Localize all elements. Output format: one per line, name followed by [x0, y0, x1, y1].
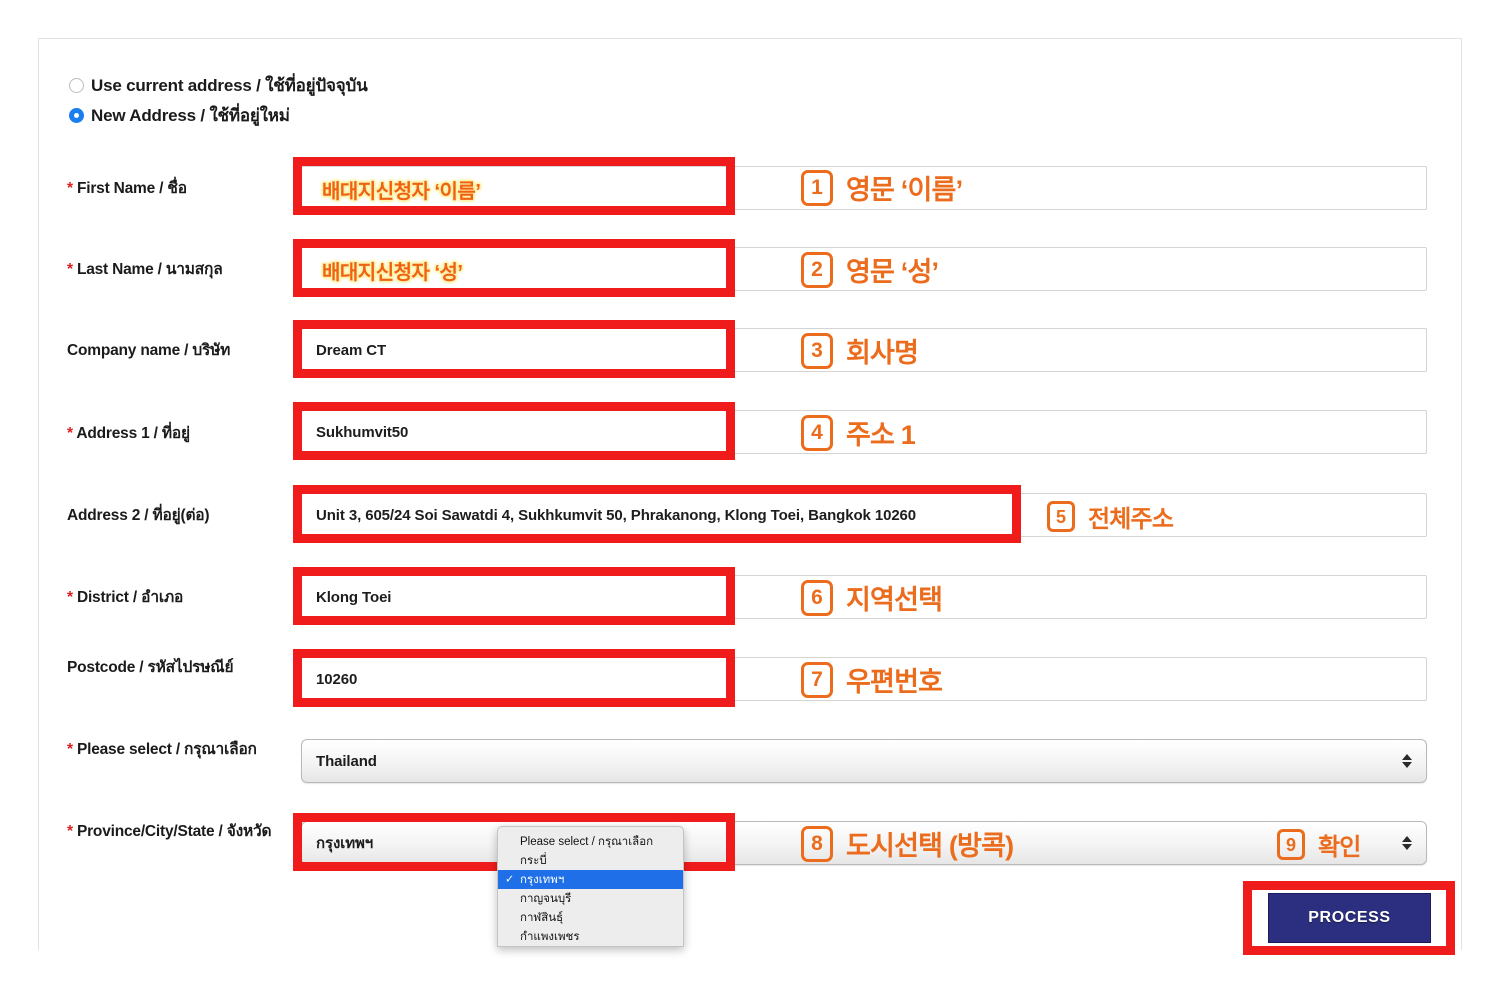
- select-stepper-icon[interactable]: [1402, 836, 1412, 850]
- label-postcode: Postcode / รหัสไปรษณีย์: [67, 659, 234, 676]
- annotation-badge-6: 6: [801, 579, 833, 616]
- label-district: * District / อำเภอ: [67, 589, 184, 606]
- dropdown-option-label: กาฬสินธุ์: [520, 911, 564, 924]
- select-country[interactable]: Thailand: [301, 739, 1427, 783]
- annotation-5: 5 전체주소: [1047, 499, 1174, 534]
- checkmark-icon: ✓: [505, 873, 515, 885]
- annotation-text-9: 확인: [1318, 834, 1361, 861]
- annotation-8: 8 도시선택 (방콕): [801, 824, 1014, 863]
- radio-label-use-current-address: Use current address / ใช้ที่อยู่ปัจจุบัน: [91, 76, 368, 95]
- annotation-text-1: 영문 ‘이름’: [846, 175, 963, 205]
- dropdown-option-0[interactable]: Please select / กรุณาเลือก: [498, 832, 683, 851]
- overlay-text-first-name: 배대지신청자 ‘이름’: [322, 181, 481, 203]
- required-asterisk: *: [67, 741, 73, 758]
- annotation-badge-9: 9: [1277, 829, 1305, 860]
- annotation-badge-8: 8: [801, 825, 833, 862]
- select-stepper-icon[interactable]: [1402, 754, 1412, 768]
- annotation-text-6: 지역선택: [846, 585, 943, 615]
- radio-button-selected[interactable]: [69, 108, 84, 123]
- label-first-name: * First Name / ชื่อ: [67, 180, 187, 197]
- label-country-select: * Please select / กรุณาเลือก: [67, 741, 257, 758]
- annotation-badge-7: 7: [801, 661, 833, 698]
- annotation-3: 3 회사명: [801, 331, 919, 370]
- annotation-6: 6 지역선택: [801, 578, 943, 617]
- radio-button-unselected[interactable]: [69, 78, 84, 93]
- annotation-9: 9 확인: [1277, 827, 1361, 862]
- label-address-1: * Address 1 / ที่อยู่: [67, 425, 190, 442]
- annotation-text-7: 우편번호: [846, 667, 943, 697]
- annotation-text-8: 도시선택 (방콕): [846, 831, 1014, 861]
- annotation-text-3: 회사명: [846, 338, 919, 368]
- annotation-badge-5: 5: [1047, 501, 1075, 532]
- dropdown-option-2[interactable]: ✓ กรุงเทพฯ: [498, 870, 683, 889]
- annotation-text-5: 전체주소: [1088, 506, 1174, 533]
- annotation-4: 4 주소 1: [801, 413, 916, 452]
- process-button[interactable]: PROCESS: [1268, 893, 1431, 943]
- annotation-text-2: 영문 ‘성’: [846, 257, 939, 287]
- annotation-text-4: 주소 1: [846, 420, 916, 450]
- radio-new-address[interactable]: New Address / ใช้ที่อยู่ใหม่: [69, 102, 290, 129]
- required-asterisk: *: [67, 261, 73, 278]
- overlay-text-last-name: 배대지신청자 ‘성’: [322, 262, 463, 284]
- required-asterisk: *: [67, 180, 73, 197]
- dropdown-option-1[interactable]: กระบี่: [498, 851, 683, 870]
- dropdown-option-label: กำแพงเพชร: [520, 930, 580, 943]
- annotation-2: 2 영문 ‘성’: [801, 250, 939, 289]
- required-asterisk: *: [67, 823, 73, 840]
- dropdown-option-label: กาญจนบุรี: [520, 892, 572, 905]
- province-dropdown-popup[interactable]: Please select / กรุณาเลือก กระบี่ ✓ กรุงเ…: [497, 826, 684, 947]
- address-form-card: Use current address / ใช้ที่อยู่ปัจจุบัน…: [38, 38, 1462, 950]
- page-root: Use current address / ใช้ที่อยู่ปัจจุบัน…: [0, 0, 1500, 1000]
- annotation-1: 1 영문 ‘이름’: [801, 168, 963, 207]
- label-province-select: * Province/City/State / จังหวัด: [67, 823, 272, 840]
- dropdown-option-3[interactable]: กาญจนบุรี: [498, 889, 683, 908]
- required-asterisk: *: [67, 425, 73, 442]
- required-asterisk: *: [67, 589, 73, 606]
- label-last-name: * Last Name / นามสกุล: [67, 261, 223, 278]
- dropdown-option-4[interactable]: กาฬสินธุ์: [498, 908, 683, 927]
- dropdown-option-5[interactable]: กำแพงเพชร: [498, 927, 683, 946]
- annotation-7: 7 우편번호: [801, 660, 943, 699]
- label-address-2: Address 2 / ที่อยู่(ต่อ): [67, 507, 210, 524]
- input-address-2[interactable]: Unit 3, 605/24 Soi Sawatdi 4, Sukhkumvit…: [301, 493, 1427, 537]
- annotation-badge-2: 2: [801, 251, 833, 288]
- radio-use-current-address[interactable]: Use current address / ใช้ที่อยู่ปัจจุบัน: [69, 72, 368, 99]
- annotation-badge-3: 3: [801, 332, 833, 369]
- dropdown-option-label: Please select / กรุณาเลือก: [520, 835, 654, 848]
- radio-label-new-address: New Address / ใช้ที่อยู่ใหม่: [91, 106, 290, 125]
- dropdown-option-label: กระบี่: [520, 854, 547, 867]
- label-company-name: Company name / บริษัท: [67, 342, 231, 359]
- annotation-badge-4: 4: [801, 414, 833, 451]
- dropdown-option-label: กรุงเทพฯ: [520, 873, 565, 886]
- annotation-badge-1: 1: [801, 169, 833, 206]
